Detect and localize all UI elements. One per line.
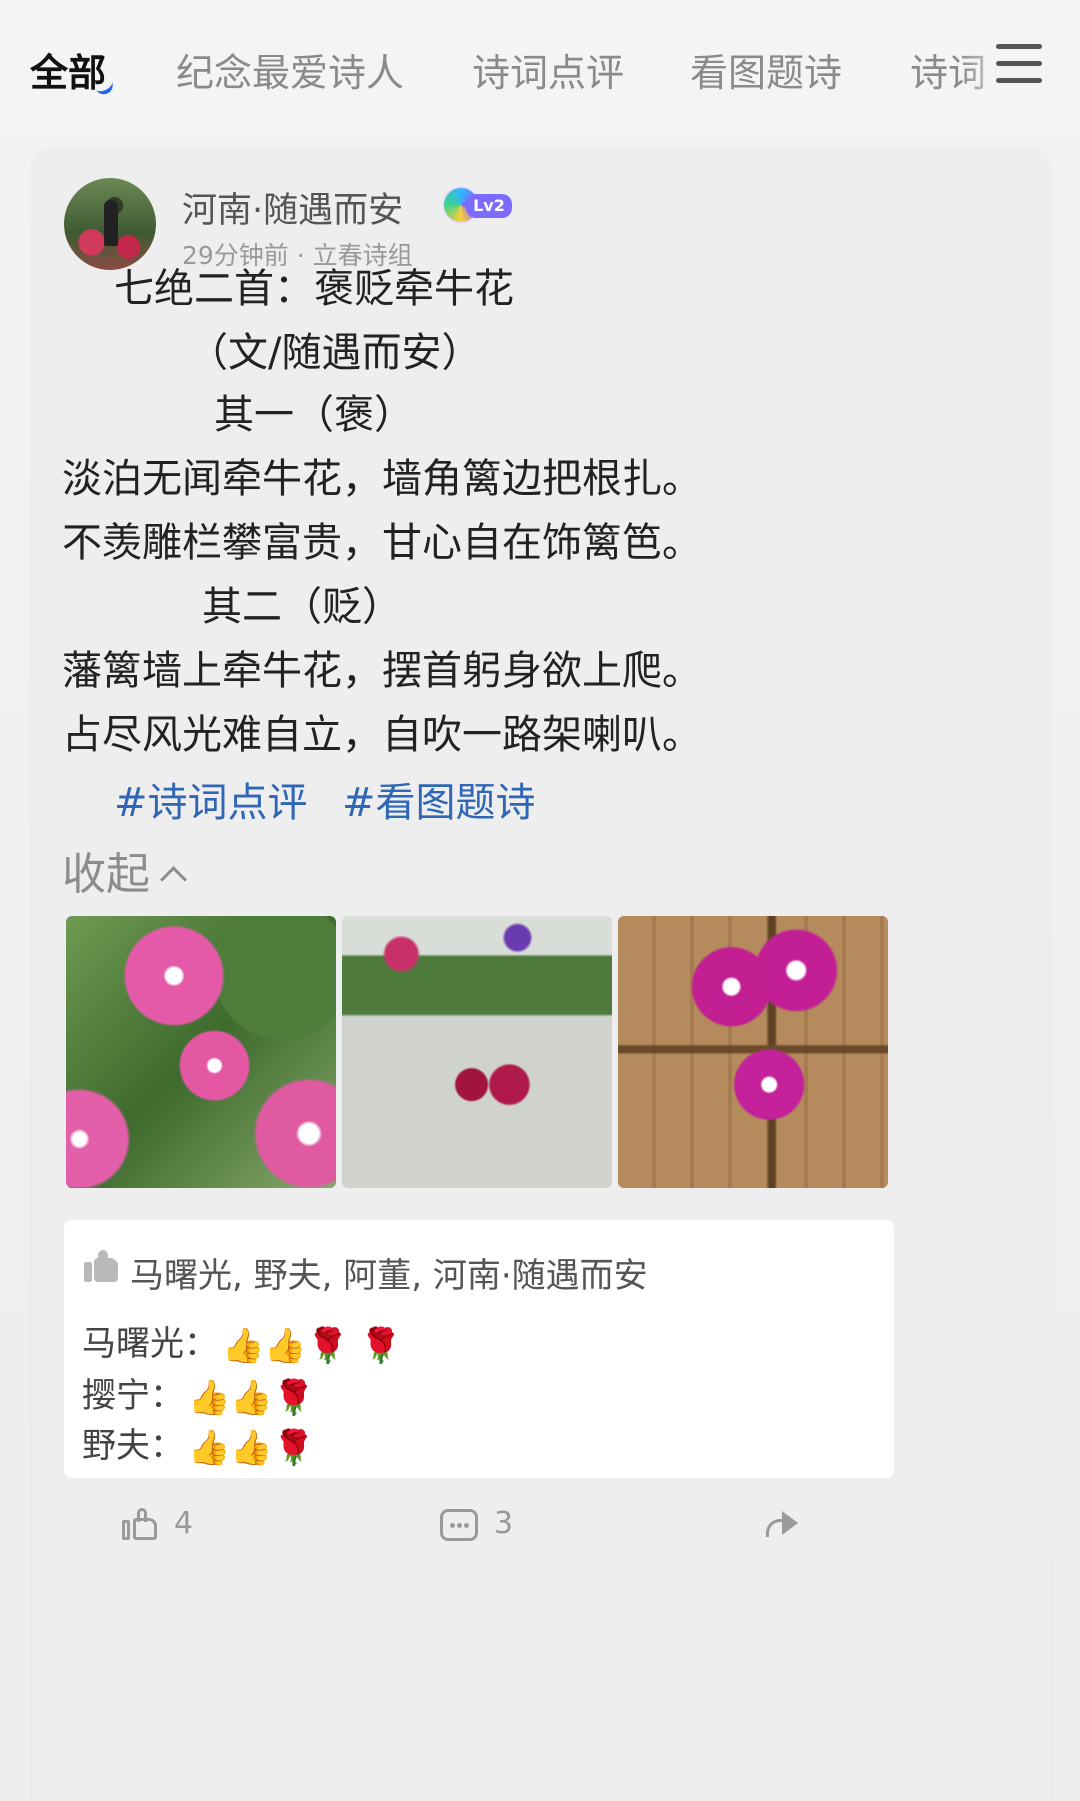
post-card[interactable]: 河南·随遇而安 Lv2 29分钟前 · 立春诗组 七绝二首：褒贬牵牛花 （文/随… [32, 148, 1050, 1801]
tab-bar: 全部 纪念最爱诗人 诗词点评 看图题诗 诗词 [0, 0, 1080, 130]
poem-line: 不羡雕栏攀富贵，甘心自在饰篱笆。 [62, 520, 702, 566]
share-button[interactable] [762, 1506, 802, 1541]
post-image-1[interactable] [66, 916, 336, 1188]
level-label: Lv2 [466, 194, 512, 218]
comment-item[interactable]: 野夫： 👍👍🌹 [82, 1418, 315, 1468]
comment-item[interactable]: 马曙光： 👍👍🌹 🌹 [82, 1316, 402, 1366]
thumbs-up-icon [84, 1250, 120, 1284]
comment-icon [440, 1508, 478, 1541]
post-action-bar: 4 3 [32, 1506, 1050, 1566]
comment-text: 👍👍🌹 [188, 1427, 316, 1468]
comment-count: 3 [494, 1506, 514, 1541]
poem-subtitle-2: 其二（贬） [202, 584, 402, 630]
comment-author: 野夫： [82, 1426, 184, 1466]
collapse-label: 收起 [62, 849, 150, 900]
poem-author-line: （文/随遇而安） [188, 330, 482, 376]
comment-button[interactable]: 3 [440, 1506, 513, 1541]
tag-poetry-review[interactable]: #诗词点评 [114, 770, 308, 828]
level-badge-icon: Lv2 [442, 186, 514, 224]
tab-picture-poems[interactable]: 看图题诗 [690, 42, 842, 97]
like-button[interactable]: 4 [122, 1506, 193, 1542]
comment-author: 马曙光： [82, 1324, 218, 1364]
tab-favorite-poets[interactable]: 纪念最爱诗人 [176, 42, 404, 97]
chevron-up-icon [160, 865, 187, 893]
comment-text: 👍👍🌹 [188, 1377, 316, 1418]
app-screen: 全部 纪念最爱诗人 诗词点评 看图题诗 诗词 河南·随遇而安 Lv2 29分钟前… [0, 0, 1080, 1801]
thumbs-up-icon [122, 1507, 158, 1542]
comment-item[interactable]: 撄宁： 👍👍🌹 [82, 1368, 315, 1418]
poem-title: 七绝二首：褒贬牵牛花 [114, 266, 514, 312]
collapse-button[interactable]: 收起 [62, 838, 187, 902]
like-count: 4 [174, 1506, 194, 1541]
likes-comments-panel: 马曙光, 野夫, 阿董, 河南·随遇而安 马曙光： 👍👍🌹 🌹 撄宁： 👍👍🌹 野夫… [64, 1220, 894, 1478]
post-image-2[interactable] [342, 916, 612, 1188]
tag-picture-poems[interactable]: #看图题诗 [342, 770, 536, 828]
author-name[interactable]: 河南·随遇而安 [182, 182, 403, 233]
likers-list[interactable]: 马曙光, 野夫, 阿董, 河南·随遇而安 [130, 1248, 648, 1297]
menu-icon[interactable] [996, 44, 1042, 84]
poem-subtitle-1: 其一（褒） [214, 392, 414, 438]
tab-poetry-review[interactable]: 诗词点评 [472, 42, 624, 97]
poem-line: 淡泊无闻牵牛花，墙角篱边把根扎。 [62, 456, 702, 502]
poem-line: 占尽风光难自立，自吹一路架喇叭。 [62, 712, 702, 758]
poem-line: 藩篱墙上牵牛花，摆首躬身欲上爬。 [62, 648, 702, 694]
comment-text: 👍👍🌹 🌹 [222, 1325, 403, 1366]
comment-author: 撄宁： [82, 1376, 184, 1416]
share-icon [762, 1509, 802, 1541]
post-image-3[interactable] [618, 916, 888, 1188]
